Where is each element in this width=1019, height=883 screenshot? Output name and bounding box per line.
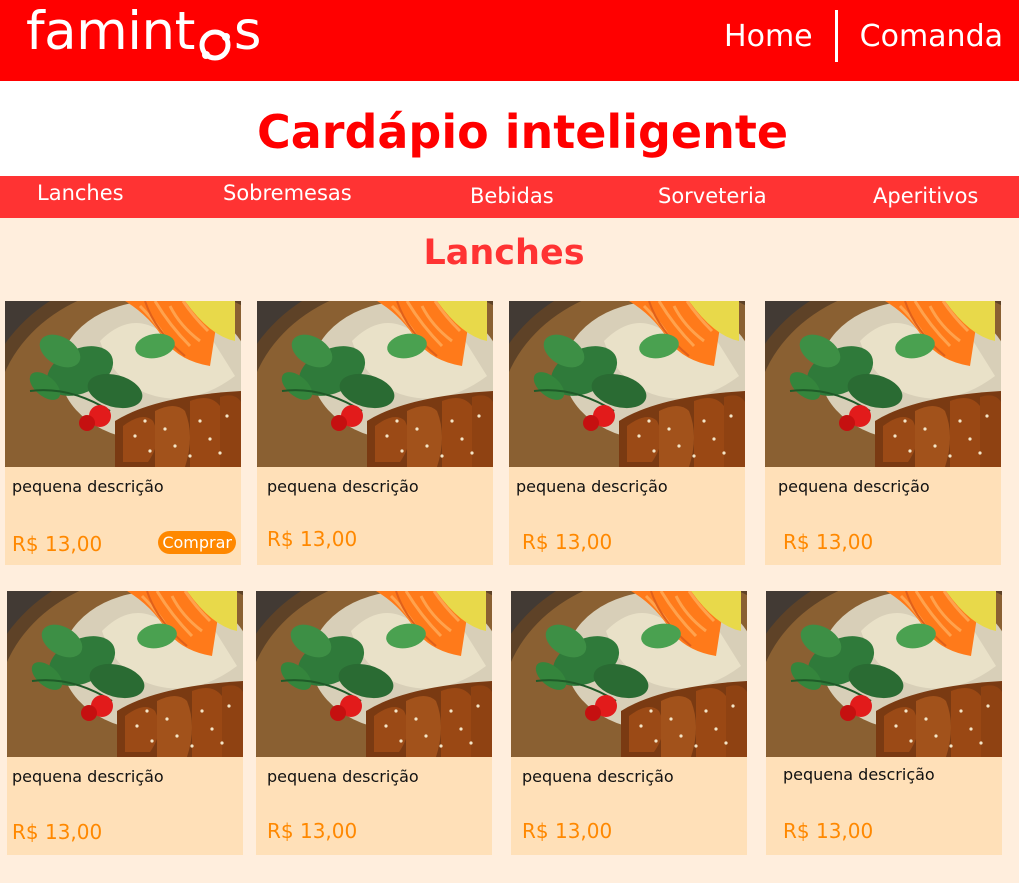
main-nav: Home Comanda [724,10,1003,62]
product-price: R$ 13,00 [783,819,874,843]
product-price: R$ 13,00 [522,819,613,843]
product-price: R$ 13,00 [267,527,358,551]
product-card[interactable]: pequena descrição R$ 13,00 [511,591,747,855]
product-description: pequena descrição [516,477,668,496]
logo-text-prefix: famint [26,1,195,62]
category-bebidas[interactable]: Bebidas [470,184,554,208]
product-image [765,301,1001,467]
category-sorveteria[interactable]: Sorveteria [658,184,767,208]
category-aperitivos[interactable]: Aperitivos [873,184,978,208]
buy-button[interactable]: Comprar [158,531,236,554]
nav-home-link[interactable]: Home [724,19,813,54]
product-description: pequena descrição [267,477,419,496]
nav-divider [834,10,838,62]
product-price: R$ 13,00 [12,820,103,844]
product-price: R$ 13,00 [522,530,613,554]
category-sobremesas[interactable]: Sobremesas [223,181,352,205]
product-price: R$ 13,00 [267,819,358,843]
category-lanches[interactable]: Lanches [37,181,124,205]
title-band: Cardápio inteligente [0,81,1019,176]
product-card[interactable]: pequena descrição R$ 13,00 [256,591,492,855]
product-description: pequena descrição [12,477,164,496]
section-title: Lanches [423,233,585,273]
product-image [256,591,492,757]
product-card[interactable]: pequena descrição R$ 13,00 [766,591,1002,855]
product-description: pequena descrição [267,767,419,786]
product-card[interactable]: pequena descrição R$ 13,00 [509,301,745,565]
product-image [7,591,243,757]
product-description: pequena descrição [783,765,935,784]
product-card[interactable]: pequena descrição R$ 13,00 Comprar [5,301,241,565]
product-image [257,301,493,467]
product-card[interactable]: pequena descrição R$ 13,00 [257,301,493,565]
top-header: famint s Home Comanda [0,0,1019,81]
product-image [509,301,745,467]
product-price: R$ 13,00 [783,530,874,554]
product-description: pequena descrição [522,767,674,786]
logo-text-suffix: s [233,1,262,62]
product-price: R$ 13,00 [12,532,103,556]
brand-logo[interactable]: famint s [26,1,262,62]
product-description: pequena descrição [778,477,930,496]
product-image [511,591,747,757]
logo-o-icon [197,16,233,61]
product-image [766,591,1002,757]
nav-comanda-link[interactable]: Comanda [860,19,1003,54]
product-image [5,301,241,467]
product-card[interactable]: pequena descrição R$ 13,00 [765,301,1001,565]
product-description: pequena descrição [12,767,164,786]
category-bar: Lanches Sobremesas Bebidas Sorveteria Ap… [0,176,1019,218]
page-title: Cardápio inteligente [256,105,789,159]
product-card[interactable]: pequena descrição R$ 13,00 [7,591,243,855]
